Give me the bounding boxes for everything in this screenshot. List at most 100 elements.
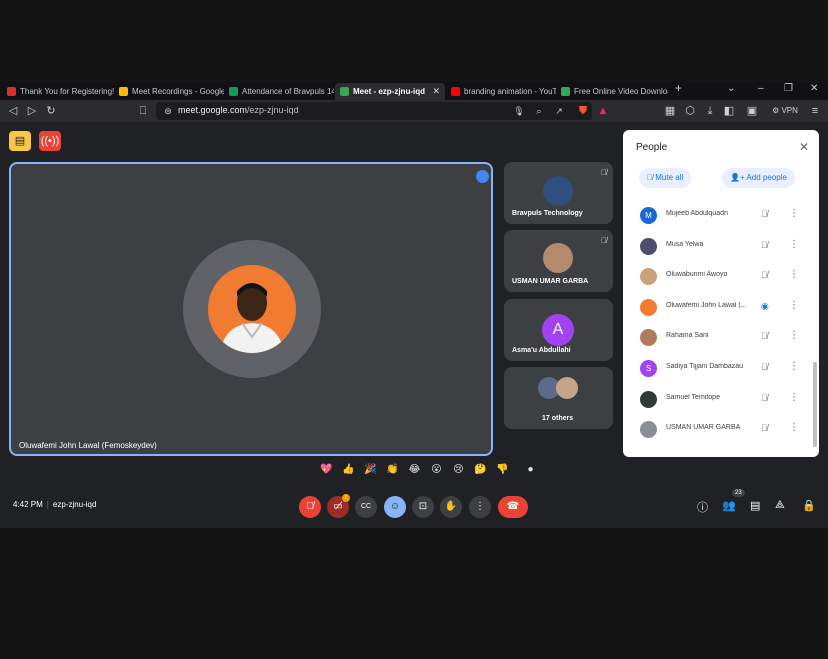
participant-row[interactable]: S Sadiya Tijjani Dambazau 🎙̸ ⋮ xyxy=(623,353,819,383)
avatar xyxy=(208,265,296,353)
live-icon[interactable]: ((•)) xyxy=(39,131,61,151)
side-tile-bravpuls[interactable]: 🎙̸ Bravpuls Technology xyxy=(504,162,613,224)
captions-button[interactable]: CC xyxy=(355,496,377,518)
vpn-button[interactable]: ⚙ VPN xyxy=(770,104,800,118)
participant-row[interactable]: Samuel Temitope 🎙̸ ⋮ xyxy=(623,384,819,414)
raise-hand-button[interactable]: ✋ xyxy=(440,496,462,518)
participant-row[interactable]: USMAN UMAR GARBA 🎙̸ ⋮ xyxy=(623,414,819,444)
reaction-surprised[interactable]: 😮 xyxy=(428,464,445,482)
present-button[interactable]: ⊡ xyxy=(412,496,434,518)
reader-icon[interactable]: ◧ xyxy=(722,104,736,118)
side-tile-usman[interactable]: 🎙̸ USMAN UMAR GARBA xyxy=(504,230,613,292)
mic-off-icon[interactable]: 🎙̸ xyxy=(761,240,768,250)
participant-row[interactable]: Oluwabunmi Awoyo 🎙̸ ⋮ xyxy=(623,261,819,291)
host-controls-button[interactable]: ▤ xyxy=(9,131,31,151)
close-tab-icon[interactable]: ✕ xyxy=(432,86,440,97)
avatar xyxy=(640,237,657,255)
reaction-heart[interactable]: 💖 xyxy=(318,464,335,482)
youtube-icon xyxy=(451,87,460,96)
share-icon[interactable]: ↗ xyxy=(552,104,566,118)
activities-icon[interactable]: ⟁ xyxy=(775,499,785,512)
wallet-icon[interactable]: ▣ xyxy=(745,104,759,118)
bookmark-icon[interactable]: ⎕ xyxy=(136,104,150,118)
scrollbar[interactable] xyxy=(813,362,817,447)
zoom-icon[interactable]: ⌕ xyxy=(532,104,546,118)
emoji-button[interactable]: ☺ xyxy=(384,496,406,518)
download-icon xyxy=(561,87,570,96)
side-tile-asmau[interactable]: A Asma'u Abdullahi xyxy=(504,299,613,361)
add-people-button[interactable]: 👤+ Add people xyxy=(722,168,795,188)
menu-icon[interactable]: ≡ xyxy=(808,104,822,118)
tile-name: USMAN UMAR GARBA xyxy=(512,278,589,285)
tab-0[interactable]: Thank You for Registering! | xyxy=(2,83,114,100)
reaction-sad[interactable]: 😢 xyxy=(450,464,467,482)
mic-toggle-button[interactable]: 🎙̸ xyxy=(299,496,321,518)
participant-row[interactable]: Oluwafemi John Lawal (... ◉ ⋮ xyxy=(623,292,819,322)
more-vert-icon[interactable]: ⋮ xyxy=(789,422,799,433)
extensions-icon[interactable]: ⬡ xyxy=(683,104,697,118)
downloads-icon[interactable]: ⤓ xyxy=(703,104,717,118)
close-window-icon[interactable]: ✕ xyxy=(810,83,818,94)
reaction-laugh[interactable]: 😂 xyxy=(406,464,423,482)
mic-off-icon[interactable]: 🎙̸ xyxy=(761,393,768,403)
tab-3-active[interactable]: Meet - ezp-zjnu-iqd ✕ xyxy=(335,83,445,100)
more-vert-icon[interactable]: ⋮ xyxy=(789,208,799,219)
speaking-indicator-icon xyxy=(476,170,489,183)
reaction-party[interactable]: 🎉 xyxy=(362,464,379,482)
tab-2[interactable]: Attendance of Bravpuls 14d xyxy=(224,83,334,100)
chat-icon[interactable]: ▤ xyxy=(750,499,760,512)
info-icon[interactable]: ⓘ xyxy=(697,499,708,515)
more-vert-icon[interactable]: ⋮ xyxy=(789,269,799,280)
address-bar[interactable]: ⊜ meet.google.com/ezp-zjnu-iqd 🎙 ⌕ ↗ xyxy=(156,102,592,120)
more-vert-icon[interactable]: ⋮ xyxy=(789,330,799,341)
minimize-icon[interactable]: – xyxy=(758,83,764,94)
more-vert-icon[interactable]: ⋮ xyxy=(789,361,799,372)
main-speaker-name: Oluwafemi John Lawal (Femoskeydev) xyxy=(19,441,157,450)
main-video-tile[interactable]: Oluwafemi John Lawal (Femoskeydev) xyxy=(9,162,493,456)
people-icon[interactable]: 👥 xyxy=(722,499,736,512)
forward-icon[interactable]: ▷ xyxy=(25,104,39,118)
more-vert-icon[interactable]: ⋮ xyxy=(789,239,799,250)
brave-shield-icon[interactable]: ⛊ xyxy=(576,104,590,118)
participant-row[interactable]: M Mujeeb Abdulquadri 🎙̸ ⋮ xyxy=(623,200,819,230)
reaction-clap[interactable]: 👏 xyxy=(384,464,401,482)
mic-icon[interactable]: 🎙 xyxy=(512,104,526,118)
reaction-thumbs-down[interactable]: 👎 xyxy=(494,464,511,482)
back-icon[interactable]: ◁ xyxy=(6,104,20,118)
new-tab-icon[interactable]: + xyxy=(675,81,682,95)
maximize-icon[interactable]: ❐ xyxy=(784,83,793,94)
tab-strip: Thank You for Registering! | Meet Record… xyxy=(0,81,828,100)
mic-off-icon[interactable]: 🎙̸ xyxy=(761,331,768,341)
participant-row[interactable]: Musa Yelwa 🎙̸ ⋮ xyxy=(623,231,819,261)
browser-toolbar: ◁ ▷ ↻ ⎕ ⊜ meet.google.com/ezp-zjnu-iqd 🎙… xyxy=(0,100,828,122)
more-options-button[interactable]: ⋮ xyxy=(469,496,491,518)
people-panel: People ✕ 🎙̸ Mute all 👤+ Add people M Muje… xyxy=(623,130,819,457)
tab-label: branding animation - YouT xyxy=(464,87,556,96)
skin-tone-icon[interactable]: ● xyxy=(522,464,539,482)
participant-row[interactable]: Rahama Sani 🎙̸ ⋮ xyxy=(623,322,819,352)
avatar xyxy=(640,329,657,347)
mute-all-button[interactable]: 🎙̸ Mute all xyxy=(639,168,692,188)
tab-4[interactable]: branding animation - YouT xyxy=(446,83,556,100)
mic-off-icon: 🎙̸ xyxy=(647,173,653,182)
reload-icon[interactable]: ↻ xyxy=(44,104,58,118)
reaction-thinking[interactable]: 🤔 xyxy=(472,464,489,482)
mic-off-icon[interactable]: 🎙̸ xyxy=(761,362,768,372)
site-info-icon[interactable]: ⊜ xyxy=(161,104,175,118)
mic-off-icon[interactable]: 🎙̸ xyxy=(761,209,768,219)
tile-name: Asma'u Abdullahi xyxy=(512,347,571,354)
more-vert-icon[interactable]: ⋮ xyxy=(789,392,799,403)
side-tile-others[interactable]: 17 others xyxy=(504,367,613,429)
tab-1[interactable]: Meet Recordings - Google D xyxy=(114,83,224,100)
mic-off-icon[interactable]: 🎙̸ xyxy=(761,270,768,280)
tab-menu-icon[interactable]: ⌄ xyxy=(727,83,735,94)
more-vert-icon[interactable]: ⋮ xyxy=(789,300,799,311)
rewards-icon[interactable]: ▲ xyxy=(596,104,610,118)
host-lock-icon[interactable]: 🔒 xyxy=(802,499,816,512)
tab-5[interactable]: Free Online Video Downloa xyxy=(556,83,668,100)
close-icon[interactable]: ✕ xyxy=(799,140,809,154)
reaction-thumbs-up[interactable]: 👍 xyxy=(340,464,357,482)
end-call-button[interactable]: ☎ xyxy=(498,496,528,518)
mic-off-icon[interactable]: 🎙̸ xyxy=(761,423,768,433)
sidebar-icon[interactable]: ▦ xyxy=(663,104,677,118)
